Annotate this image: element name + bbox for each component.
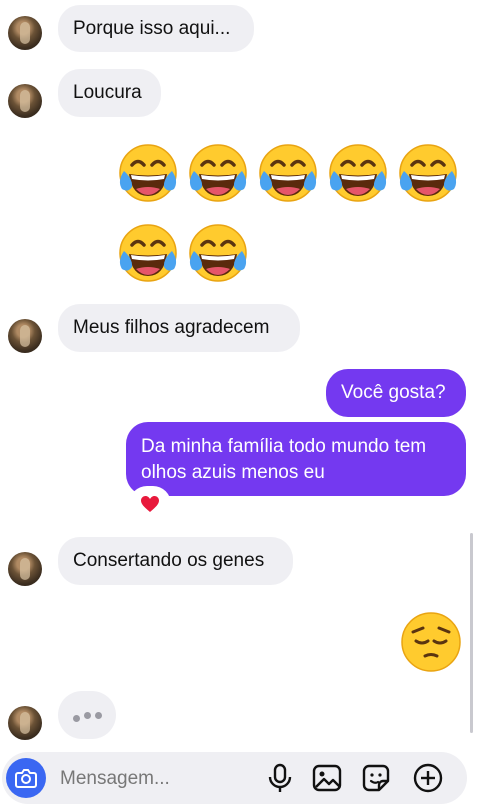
microphone-icon[interactable] [264, 762, 296, 794]
avatar[interactable] [8, 706, 42, 740]
message-text: Porque isso aqui... [73, 17, 231, 39]
avatar[interactable] [8, 84, 42, 118]
avatar[interactable] [8, 319, 42, 353]
emoji-message[interactable] [116, 221, 250, 285]
face-with-tears-of-joy-icon [116, 221, 180, 285]
face-with-tears-of-joy-icon [186, 221, 250, 285]
avatar[interactable] [8, 552, 42, 586]
camera-icon [15, 769, 37, 788]
outgoing-message[interactable]: Você gosta? [326, 369, 466, 417]
camera-button[interactable] [6, 758, 46, 798]
face-with-tears-of-joy-icon [256, 141, 320, 205]
face-with-tears-of-joy-icon [186, 141, 250, 205]
typing-dot [72, 714, 80, 722]
pensive-face-icon[interactable] [399, 610, 463, 674]
message-text: Da minha família todo mundo tem olhos az… [141, 436, 427, 483]
emoji-message[interactable] [116, 141, 460, 205]
incoming-message[interactable]: Loucura [58, 69, 161, 117]
face-with-tears-of-joy-icon [326, 141, 390, 205]
message-text: Consertando os genes [73, 550, 265, 571]
incoming-message[interactable]: Meus filhos agradecem [58, 304, 300, 352]
message-reaction[interactable] [131, 488, 169, 520]
typing-dot [83, 711, 91, 719]
sticker-icon[interactable] [360, 762, 392, 794]
gallery-icon[interactable] [311, 762, 343, 794]
message-composer: Mensagem... [0, 750, 500, 810]
scrollbar[interactable] [470, 533, 473, 733]
red-heart-icon [141, 496, 159, 512]
incoming-message[interactable]: Consertando os genes [58, 537, 293, 585]
add-icon[interactable] [412, 762, 444, 794]
outgoing-message[interactable]: Da minha família todo mundo tem olhos az… [126, 422, 466, 496]
typing-indicator [58, 691, 116, 739]
incoming-message[interactable]: Porque isso aqui... [58, 5, 254, 52]
typing-dot [94, 711, 102, 719]
message-input[interactable]: Mensagem... [60, 768, 170, 790]
message-text: Meus filhos agradecem [73, 317, 270, 338]
face-with-tears-of-joy-icon [116, 141, 180, 205]
composer-field: Mensagem... [2, 752, 467, 804]
message-text: Você gosta? [341, 382, 446, 403]
face-with-tears-of-joy-icon [396, 141, 460, 205]
chat-thread: Porque isso aqui... Loucura Meus filhos … [0, 0, 500, 791]
message-text: Loucura [73, 82, 142, 103]
avatar[interactable] [8, 16, 42, 50]
